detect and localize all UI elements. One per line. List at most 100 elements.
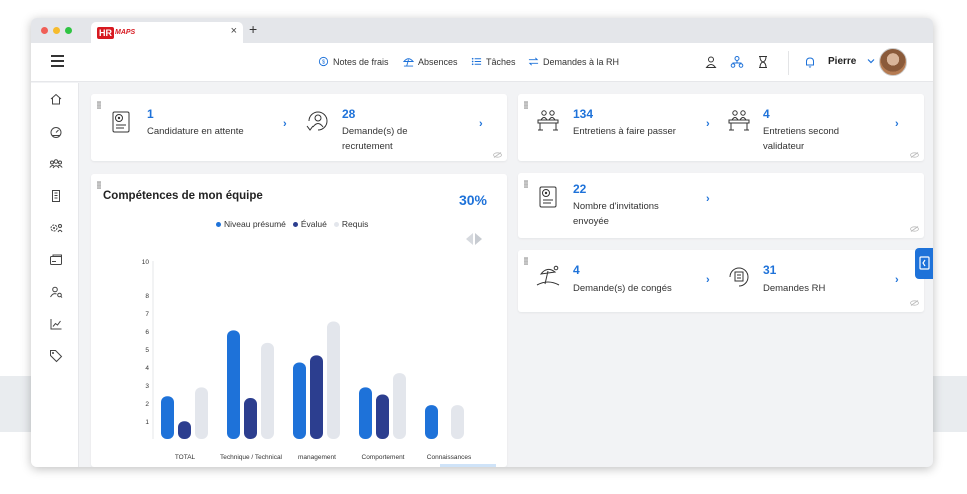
chevron-right-icon[interactable]: › — [706, 274, 710, 286]
bar-2-1[interactable] — [261, 342, 274, 439]
bell-icon[interactable] — [803, 55, 817, 69]
scroll-indicator — [440, 464, 496, 467]
bar-2-4[interactable] — [451, 405, 464, 439]
recruitment-request-icon — [306, 111, 328, 131]
bar-2-3[interactable] — [393, 373, 406, 439]
chevron-down-icon[interactable] — [867, 57, 875, 65]
drag-handle[interactable] — [524, 180, 528, 188]
svg-text:$: $ — [322, 60, 325, 66]
bar-0-3[interactable] — [359, 387, 372, 439]
kpi-label: Demande(s) de congés — [573, 283, 672, 294]
y-tick-label: 3 — [145, 383, 149, 390]
dashboard-icon[interactable] — [49, 125, 63, 139]
kpi-value: 134 — [573, 107, 594, 121]
y-tick-label: 1 — [145, 419, 149, 426]
drag-handle[interactable] — [97, 101, 101, 109]
kpi-label-line2: validateur — [763, 141, 805, 152]
bar-1-3[interactable] — [376, 394, 389, 440]
user-name[interactable]: Pierre — [828, 56, 856, 67]
tab-close-button[interactable]: × — [231, 25, 237, 37]
nav-notes-de-frais[interactable]: $ Notes de frais — [318, 56, 389, 67]
card-icon[interactable] — [49, 253, 63, 267]
kpi-value: 31 — [763, 263, 777, 277]
person-icon[interactable] — [704, 55, 718, 69]
nav-demandes-rh[interactable]: Demandes à la RH — [528, 56, 619, 67]
eye-off-icon[interactable] — [910, 152, 919, 158]
x-tick-label: management — [298, 454, 336, 461]
beach-umbrella-icon — [403, 58, 414, 67]
tag-icon[interactable] — [49, 349, 63, 363]
y-tick-label: 4 — [145, 365, 149, 372]
window-close-dot[interactable] — [41, 27, 48, 34]
analytics-icon[interactable] — [49, 317, 63, 331]
invitations-card: 22 Nombre d'invitations envoyée › — [518, 173, 924, 238]
settings-people-icon[interactable] — [49, 221, 63, 235]
meeting-table-icon — [537, 110, 559, 131]
coins-icon: $ — [318, 56, 329, 67]
x-tick-label: Technique / Technical — [220, 454, 283, 461]
hamburger-icon[interactable] — [51, 55, 64, 70]
bar-2-0[interactable] — [195, 387, 208, 439]
kpi-label-line2: recrutement — [342, 141, 393, 152]
invitation-file-icon — [539, 186, 557, 208]
bar-0-4[interactable] — [425, 405, 438, 439]
bar-0-2[interactable] — [293, 362, 306, 439]
eye-off-icon[interactable] — [910, 226, 919, 232]
y-tick-label: 2 — [145, 401, 149, 408]
bar-1-2[interactable] — [310, 355, 323, 439]
org-chart-icon[interactable] — [730, 55, 744, 69]
avatar[interactable] — [879, 48, 907, 76]
bar-0-1[interactable] — [227, 330, 240, 439]
bar-2-2[interactable] — [327, 321, 340, 439]
window-maximize-dot[interactable] — [65, 27, 72, 34]
y-tick-label: 10 — [142, 259, 150, 266]
chevron-right-icon[interactable]: › — [283, 118, 287, 130]
hourglass-icon[interactable] — [756, 55, 770, 69]
kpi-label: Entretiens à faire passer — [573, 126, 676, 137]
kpi-label: Nombre d'invitations — [573, 201, 659, 212]
nav-notes-de-frais-label: Notes de frais — [333, 56, 389, 67]
hr-request-icon — [729, 267, 749, 287]
browser-tab[interactable]: HR MAPS × — [91, 22, 243, 43]
kpi-value: 22 — [573, 182, 587, 196]
skills-chart-card: Compétences de mon équipe 30% Niveau pré… — [91, 174, 507, 467]
side-panel-toggle[interactable] — [915, 248, 933, 279]
x-tick-label: Connaissances — [427, 454, 472, 461]
y-tick-label: 8 — [145, 293, 149, 300]
chevron-right-icon[interactable]: › — [895, 118, 899, 130]
nav-taches[interactable]: Tâches — [471, 56, 516, 67]
topbar-divider — [788, 51, 789, 75]
kpi-label: Entretiens second — [763, 126, 840, 137]
x-tick-label: Comportement — [362, 454, 405, 461]
drag-handle[interactable] — [524, 257, 528, 265]
user-search-icon[interactable] — [49, 285, 63, 299]
building-icon[interactable] — [49, 189, 63, 203]
team-icon[interactable] — [49, 157, 63, 171]
eye-off-icon[interactable] — [910, 300, 919, 306]
bar-0-0[interactable] — [161, 396, 174, 439]
y-tick-label: 7 — [145, 311, 149, 318]
bar-1-1[interactable] — [244, 398, 257, 439]
sidebar — [31, 83, 79, 467]
nav-absences[interactable]: Absences — [403, 56, 458, 67]
drag-handle[interactable] — [524, 101, 528, 109]
home-icon[interactable] — [49, 92, 63, 106]
nav-absences-label: Absences — [418, 56, 458, 67]
chevron-right-icon[interactable]: › — [706, 118, 710, 130]
kpi-label: Demande(s) de — [342, 126, 408, 137]
window-minimize-dot[interactable] — [53, 27, 60, 34]
kpi-value: 28 — [342, 107, 356, 121]
chevron-right-icon[interactable]: › — [479, 118, 483, 130]
interviews-card: 134 Entretiens à faire passer › 4 Entret… — [518, 94, 924, 161]
checklist-icon — [471, 57, 482, 66]
candidate-file-icon — [112, 111, 130, 133]
skills-bar-chart: 10 8 7 6 5 4 3 2 1 TOTAL Technique / Technical mana… — [142, 259, 472, 461]
chevron-right-icon[interactable]: › — [706, 193, 710, 205]
new-tab-button[interactable]: + — [249, 21, 257, 37]
bar-1-0[interactable] — [178, 421, 191, 439]
meeting-table-icon — [728, 110, 750, 131]
chevron-right-icon[interactable]: › — [895, 274, 899, 286]
kpi-value: 4 — [763, 107, 770, 121]
eye-off-icon[interactable] — [493, 152, 502, 158]
kpi-label-line2: envoyée — [573, 216, 609, 227]
